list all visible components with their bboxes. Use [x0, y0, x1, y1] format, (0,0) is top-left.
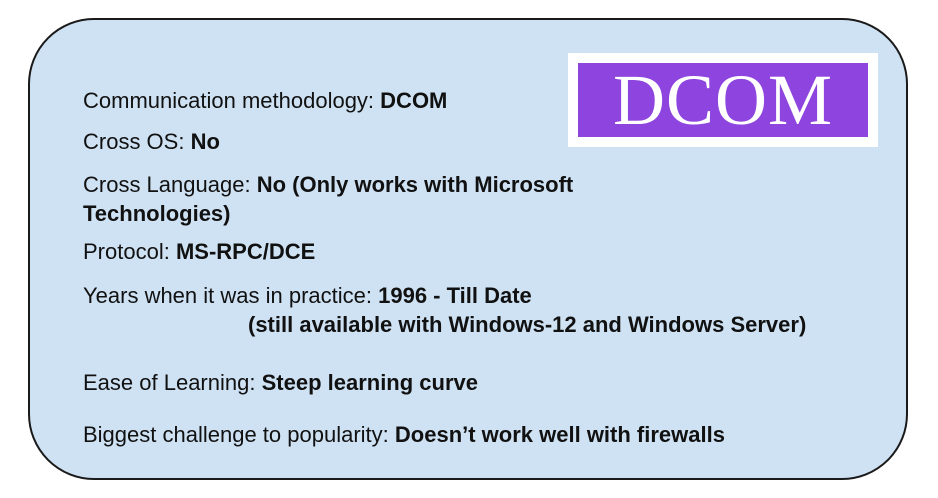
row-label: Ease of Learning: [83, 370, 256, 395]
row-value: Doesn’t work well with firewalls [394, 422, 725, 447]
row-label: Biggest challenge to popularity: [83, 422, 389, 447]
row-ease-of-learning: Ease of Learning: Steep learning curve [83, 369, 478, 396]
row-cross-language: Cross Language: No (Only works with Micr… [83, 171, 573, 198]
row-years-in-practice: Years when it was in practice: 1996 - Ti… [83, 282, 532, 309]
row-value: DCOM [380, 88, 448, 113]
row-label: Years when it was in practice: [83, 283, 372, 308]
row-value-continued: Technologies) [83, 201, 231, 226]
row-biggest-challenge: Biggest challenge to popularity: Doesn’t… [83, 421, 725, 448]
dcom-logo: DCOM [568, 53, 878, 147]
row-label: Protocol: [83, 239, 170, 264]
row-protocol: Protocol: MS-RPC/DCE [83, 238, 315, 265]
row-label: Communication methodology: [83, 88, 375, 113]
row-value: No [190, 129, 220, 154]
row-label: Cross Language: [83, 172, 251, 197]
row-value: Steep learning curve [261, 370, 479, 395]
row-label: Cross OS: [83, 129, 185, 154]
row-value: 1996 - Till Date [378, 283, 532, 308]
row-years-in-practice-note: (still available with Windows-12 and Win… [248, 312, 807, 337]
dcom-logo-text: DCOM [578, 63, 868, 137]
row-cross-language-continued: Technologies) [83, 200, 231, 227]
row-value: No (Only works with Microsoft [256, 172, 574, 197]
row-communication-methodology: Communication methodology: DCOM [83, 87, 447, 114]
row-value: MS-RPC/DCE [175, 239, 316, 264]
row-cross-os: Cross OS: No [83, 128, 220, 155]
